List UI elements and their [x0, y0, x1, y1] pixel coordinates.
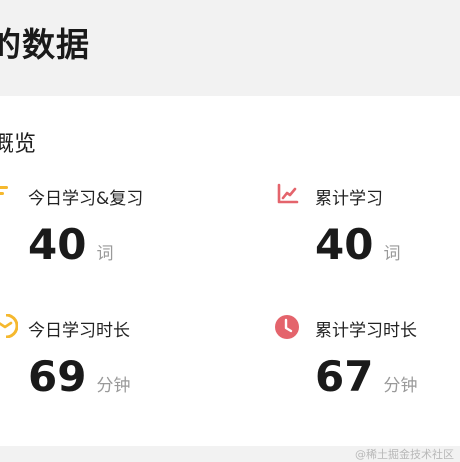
stat-value: 69: [28, 352, 87, 401]
stat-label: 今日学习时长: [28, 321, 130, 341]
line-chart-icon: [276, 182, 300, 206]
section-title: 概览: [0, 132, 37, 157]
clock-icon: [274, 314, 299, 339]
stat-value-row: 40 词: [315, 220, 400, 269]
stat-label: 今日学习&复习: [28, 189, 144, 209]
stat-value: 40: [28, 220, 87, 269]
stat-label: 累计学习时长: [315, 321, 417, 341]
stat-unit: 分钟: [96, 376, 131, 396]
stat-unit: 分钟: [383, 376, 418, 396]
stat-today-study-time: 今日学习时长 69 分钟: [0, 313, 194, 404]
stat-today-study-review: 今日学习&复习 40 词: [0, 182, 194, 272]
stat-total-study: 累计学习 40 词: [276, 182, 456, 272]
stat-label: 累计学习: [315, 189, 383, 209]
stat-value: 67: [315, 352, 374, 401]
stat-unit: 词: [96, 244, 114, 264]
stat-total-study-time: 累计学习时长 67 分钟: [274, 314, 456, 404]
stat-value-row: 67 分钟: [315, 352, 417, 401]
stat-unit: 词: [383, 244, 401, 264]
page-title: 的数据: [0, 25, 90, 64]
stat-value-row: 40 词: [28, 220, 113, 269]
half-clock-icon: [0, 313, 19, 339]
page-header: 的数据: [0, 0, 460, 96]
bars-icon: [0, 182, 18, 206]
overview-card: 概览 今日学习&复习 40 词 累计学习 40 词 今日学习时长 69 分钟 累…: [0, 96, 460, 446]
stat-value: 40: [315, 220, 374, 269]
stat-value-row: 69 分钟: [28, 352, 130, 401]
